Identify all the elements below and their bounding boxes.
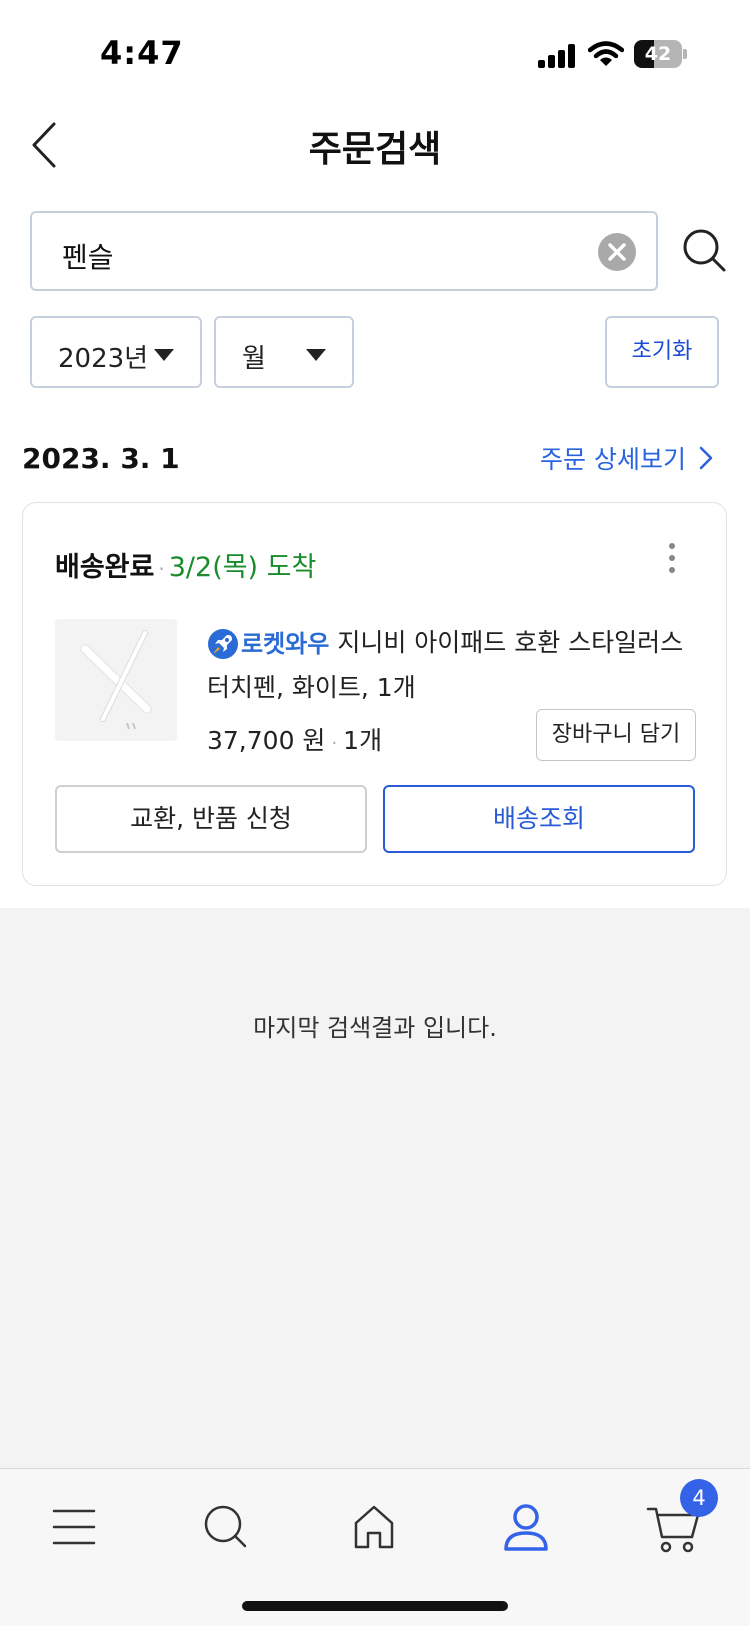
battery-percent: 42 bbox=[644, 43, 672, 65]
product-title[interactable]: 로켓와우 지니비 아이패드 호환 스타일러스 터치펜, 화이트, 1개 bbox=[207, 621, 687, 710]
tab-my-account[interactable] bbox=[496, 1497, 556, 1557]
product-quantity: 1개 bbox=[343, 726, 383, 755]
separator-dot: · bbox=[158, 557, 165, 581]
menu-icon bbox=[52, 1509, 96, 1545]
search-icon bbox=[204, 1505, 247, 1548]
rocket-icon bbox=[208, 629, 238, 659]
product-image[interactable] bbox=[55, 619, 177, 741]
cart-count-badge: 4 bbox=[680, 1479, 718, 1517]
page-title: 주문검색 bbox=[308, 129, 442, 170]
clear-icon bbox=[608, 243, 626, 261]
delivery-status: 배송완료 bbox=[55, 552, 155, 583]
search-input[interactable]: 펜슬 bbox=[30, 211, 658, 291]
bottom-tab-bar: 4 bbox=[0, 1468, 750, 1626]
search-button[interactable] bbox=[680, 226, 730, 276]
status-time: 4:47 bbox=[100, 34, 184, 72]
home-icon bbox=[354, 1505, 394, 1549]
clear-button[interactable] bbox=[598, 233, 636, 271]
signal-icon bbox=[538, 44, 578, 68]
tab-search[interactable] bbox=[196, 1497, 256, 1557]
battery-icon: 42 bbox=[634, 40, 687, 70]
reset-button[interactable]: 초기화 bbox=[605, 316, 719, 388]
status-bar: 4:47 42 bbox=[0, 0, 750, 90]
arrival-date: 3/2(목) 도착 bbox=[168, 552, 317, 583]
return-request-button[interactable]: 교환, 반품 신청 bbox=[55, 785, 367, 853]
tab-menu[interactable] bbox=[44, 1497, 104, 1557]
add-to-cart-button[interactable]: 장바구니 담기 bbox=[536, 709, 696, 761]
year-value: 2023년 bbox=[58, 344, 149, 374]
order-detail-label: 주문 상세보기 bbox=[540, 445, 686, 474]
wifi-icon bbox=[587, 40, 625, 68]
user-icon bbox=[504, 1504, 548, 1551]
rocket-wow-label: 로켓와우 bbox=[241, 630, 330, 658]
delivery-status-line: 배송완료 · 3/2(목) 도착 bbox=[55, 545, 316, 584]
month-select[interactable]: 월 bbox=[214, 316, 354, 388]
search-icon bbox=[683, 229, 726, 272]
caret-down-icon bbox=[154, 349, 174, 361]
header: 주문검색 bbox=[0, 100, 750, 190]
results-end-area: 마지막 검색결과 입니다. bbox=[0, 908, 750, 1468]
order-detail-link[interactable]: 주문 상세보기 bbox=[540, 440, 714, 476]
price-line: 37,700 원 · 1개 bbox=[207, 721, 382, 757]
separator-dot: · bbox=[331, 733, 338, 754]
year-select[interactable]: 2023년 bbox=[30, 316, 202, 388]
month-value: 월 bbox=[242, 344, 266, 374]
order-card: 배송완료 · 3/2(목) 도착 로켓와우 지니비 아이패드 호환 스타일러스 터치… bbox=[22, 502, 727, 886]
track-delivery-button[interactable]: 배송조회 bbox=[383, 785, 695, 853]
caret-down-icon bbox=[306, 349, 326, 361]
chevron-right-icon bbox=[699, 446, 713, 470]
product-price: 37,700 원 bbox=[207, 726, 326, 755]
end-of-results-message: 마지막 검색결과 입니다. bbox=[253, 1014, 497, 1042]
order-date: 2023. 3. 1 bbox=[22, 442, 180, 475]
tab-home[interactable] bbox=[344, 1497, 404, 1557]
rocket-wow-badge: 로켓와우 bbox=[207, 622, 329, 666]
stylus-pen-image bbox=[55, 619, 177, 741]
more-options-button[interactable] bbox=[666, 543, 678, 579]
search-query: 펜슬 bbox=[62, 241, 114, 274]
home-indicator bbox=[242, 1601, 508, 1611]
